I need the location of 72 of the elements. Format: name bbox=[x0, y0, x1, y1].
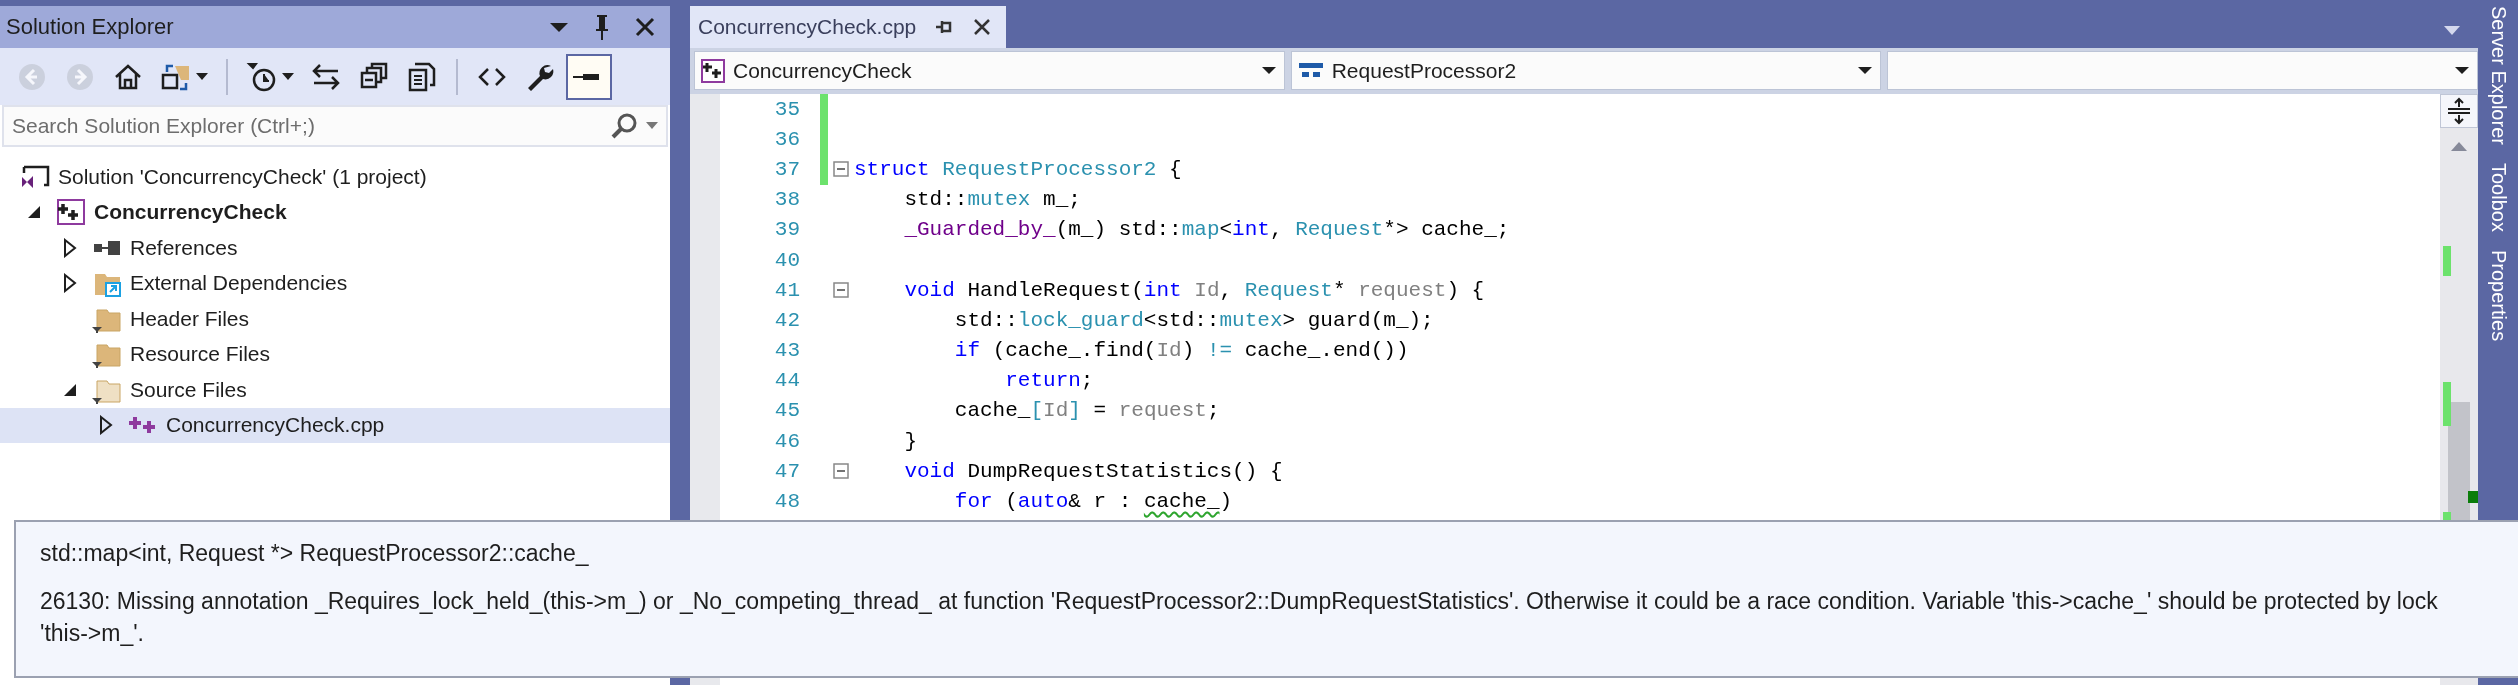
line-number: 45 bbox=[773, 399, 800, 423]
code-line: for (auto& r : cache_) bbox=[953, 490, 1233, 514]
search-icon[interactable] bbox=[610, 112, 638, 140]
code-line: struct RequestProcessor2 { bbox=[854, 157, 1182, 181]
preview-icon bbox=[572, 72, 600, 81]
tooltip-signature: std::map<int, Request *> RequestProcessor2::cache_ bbox=[40, 540, 590, 567]
code-line: void HandleRequest(int Id, Request* request) { bbox=[903, 278, 1485, 302]
project-icon bbox=[56, 198, 86, 227]
preview-button[interactable] bbox=[566, 53, 612, 100]
collapsed-icon[interactable] bbox=[99, 415, 113, 436]
project-icon bbox=[701, 58, 725, 83]
line-number: 46 bbox=[773, 429, 800, 453]
collapsed-icon[interactable] bbox=[63, 237, 77, 258]
caret-marker bbox=[2468, 491, 2478, 503]
change-marker bbox=[2443, 246, 2451, 276]
collapse-icon[interactable] bbox=[833, 463, 849, 480]
search-box[interactable]: Search Solution Explorer (Ctrl+;) bbox=[2, 105, 668, 147]
code-line: void DumpRequestStatistics() { bbox=[903, 459, 1283, 483]
code-line: std::mutex m_; bbox=[903, 188, 1081, 212]
line-number: 42 bbox=[773, 308, 800, 332]
side-tab[interactable]: Properties bbox=[2486, 249, 2510, 342]
scroll-up-icon[interactable] bbox=[2449, 140, 2469, 152]
expanded-icon[interactable] bbox=[26, 204, 42, 221]
code-line: if (cache_.find(Id) != cache_.end()) bbox=[953, 339, 1409, 363]
navigation-dropdown[interactable]: ConcurrencyCheck bbox=[694, 51, 1285, 90]
tree-item[interactable]: Source Files bbox=[0, 372, 670, 408]
code-line: std::lock_guard<std::mutex> guard(m_); bbox=[953, 308, 1434, 332]
side-tab[interactable]: Toolbox bbox=[2486, 162, 2510, 232]
tree-item[interactable]: Header Files bbox=[0, 301, 670, 337]
caret-icon bbox=[282, 72, 294, 81]
panel-title: Solution Explorer bbox=[6, 14, 175, 40]
collapse-icon[interactable] bbox=[833, 161, 849, 178]
warning-message: 26130: Missing annotation _Requires_lock_held_(this->m_) or _No_competing_thread_ at function 'RequestProcessor2::DumpRequestStatistics'. Otherwise it could be a race condition. Variable 'this->cache_' should be protected by lock 'this->m_'. bbox=[40, 587, 2439, 648]
search-field[interactable]: Search Solution Explorer (Ctrl+;) bbox=[12, 114, 602, 138]
line-number: 39 bbox=[773, 218, 800, 242]
tree-item[interactable]: Solution 'ConcurrencyCheck' (1 project) bbox=[0, 159, 670, 195]
dropdown-icon[interactable] bbox=[548, 21, 570, 33]
pages-icon bbox=[406, 60, 438, 93]
tree-item[interactable]: Resource Files bbox=[0, 336, 670, 372]
code-line: _Guarded_by_(m_) std::map<int, Request*> cache_; bbox=[903, 218, 1510, 242]
tree-item[interactable]: External Dependencies bbox=[0, 265, 670, 301]
dropdown-icon[interactable] bbox=[2455, 66, 2469, 75]
history-icon bbox=[246, 60, 278, 93]
code-line: return; bbox=[1004, 369, 1094, 393]
line-number: 41 bbox=[773, 278, 800, 302]
line-number: 43 bbox=[773, 339, 800, 363]
code-line: } bbox=[903, 429, 917, 453]
tree-item[interactable]: References bbox=[0, 230, 670, 266]
line-number: 37 bbox=[773, 157, 800, 181]
code-line: cache_[Id] = request; bbox=[953, 399, 1220, 423]
change-marker bbox=[2443, 382, 2451, 426]
line-number: 44 bbox=[773, 369, 800, 393]
dropdown-icon[interactable] bbox=[1858, 66, 1873, 75]
collapse-icon[interactable] bbox=[833, 282, 849, 299]
tree-item[interactable]: ConcurrencyCheck.cpp bbox=[0, 407, 670, 443]
file-tab[interactable]: ConcurrencyCheck.cpp bbox=[690, 6, 1007, 48]
dropdown-icon[interactable] bbox=[1261, 66, 1276, 75]
close-icon[interactable] bbox=[634, 16, 656, 38]
tree-item[interactable]: ConcurrencyCheck bbox=[0, 194, 670, 230]
navigation-dropdown[interactable]: RequestProcessor2 bbox=[1290, 51, 1882, 90]
line-number: 36 bbox=[773, 127, 800, 151]
line-number: 48 bbox=[773, 490, 800, 514]
line-number: 38 bbox=[773, 188, 800, 212]
split-icon bbox=[2446, 97, 2472, 125]
line-number: 35 bbox=[773, 97, 800, 121]
side-tab[interactable]: Server Explorer bbox=[2486, 6, 2510, 145]
collapsed-icon[interactable] bbox=[63, 273, 77, 294]
line-number: 40 bbox=[773, 248, 800, 272]
close-icon[interactable] bbox=[972, 17, 993, 37]
split-button[interactable] bbox=[2440, 94, 2478, 128]
caret-icon bbox=[196, 72, 208, 81]
line-number: 47 bbox=[773, 459, 800, 483]
